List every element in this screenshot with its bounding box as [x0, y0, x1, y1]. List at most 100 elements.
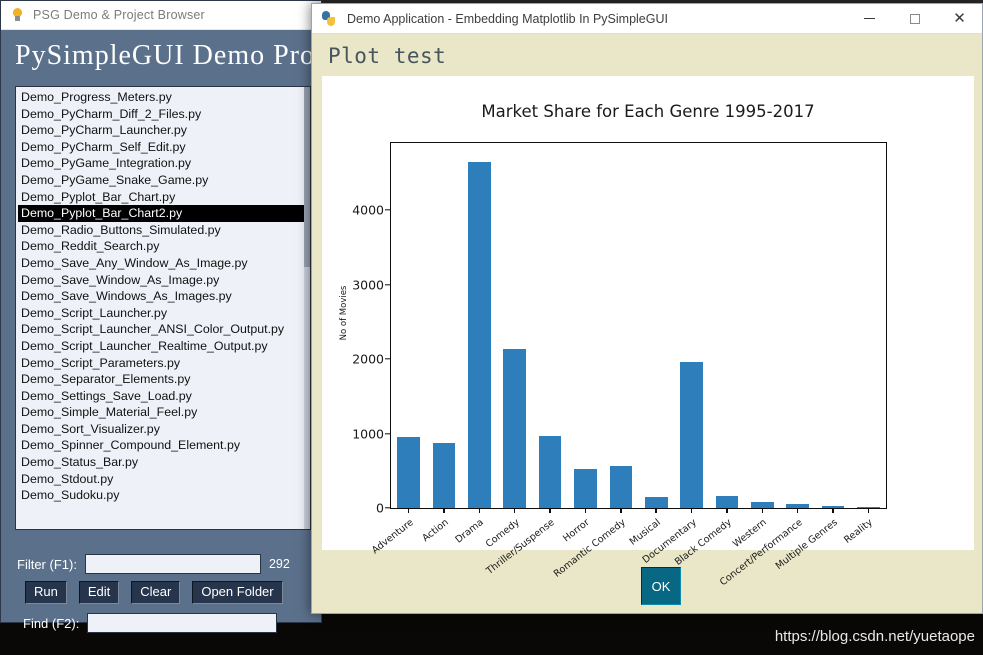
dialog-title: Demo Application - Embedding Matplotlib …: [347, 11, 668, 26]
screen-root: PSG Demo & Project Browser PySimpleGUI D…: [0, 0, 983, 655]
ok-button[interactable]: OK: [641, 567, 681, 605]
y-tick-label: 3000: [352, 277, 384, 293]
x-tick-mark: [832, 508, 834, 513]
chart-title: Market Share for Each Genre 1995-2017: [481, 102, 815, 121]
bar-slot: [745, 143, 780, 508]
list-item[interactable]: Demo_PyGame_Integration.py: [18, 155, 310, 172]
maximize-icon[interactable]: [892, 4, 937, 34]
bar-slot: [639, 143, 674, 508]
list-item[interactable]: Demo_Radio_Buttons_Simulated.py: [18, 222, 310, 239]
list-item[interactable]: Demo_Settings_Save_Load.py: [18, 388, 310, 405]
list-item[interactable]: Demo_PyCharm_Launcher.py: [18, 122, 310, 139]
matplotlib-dialog: Demo Application - Embedding Matplotlib …: [311, 3, 983, 614]
find-label: Find (F2):: [23, 615, 80, 631]
run-button[interactable]: Run: [25, 581, 67, 604]
dialog-titlebar[interactable]: Demo Application - Embedding Matplotlib …: [312, 4, 982, 34]
bar-slot: [532, 143, 567, 508]
clear-button[interactable]: Clear: [131, 581, 181, 604]
minimize-icon[interactable]: [847, 4, 892, 34]
y-tick-label: 4000: [352, 202, 384, 218]
list-item[interactable]: Demo_Sudoku.py: [18, 487, 310, 504]
x-tick-mark: [407, 508, 410, 513]
list-item[interactable]: Demo_Script_Launcher.py: [18, 305, 310, 322]
edit-button[interactable]: Edit: [78, 581, 120, 604]
list-item[interactable]: Demo_Progress_Meters.py: [18, 89, 310, 106]
x-tick-mark: [867, 508, 869, 513]
psg-heading: PySimpleGUI Demo Prog: [15, 40, 330, 71]
close-icon[interactable]: ✕: [937, 4, 982, 34]
list-item[interactable]: Demo_Save_Window_As_Image.py: [18, 272, 310, 289]
bar: [468, 162, 491, 508]
x-tick-mark: [549, 508, 551, 513]
list-item[interactable]: Demo_Simple_Material_Feel.py: [18, 404, 310, 421]
list-item[interactable]: Demo_Script_Parameters.py: [18, 355, 310, 372]
x-tick-mark: [726, 508, 728, 513]
y-tick-label: 1000: [352, 426, 384, 441]
x-tick-mark: [478, 508, 481, 513]
bar-slot: [462, 143, 497, 508]
y-tick-label: 0: [376, 500, 384, 516]
list-item[interactable]: Demo_Sort_Visualizer.py: [18, 421, 310, 438]
list-item[interactable]: Demo_Stdout.py: [18, 471, 310, 488]
list-item[interactable]: Demo_Script_Launcher_Realtime_Output.py: [18, 338, 310, 355]
list-item[interactable]: Demo_Save_Windows_As_Images.py: [18, 288, 310, 305]
bar-slot: [603, 143, 638, 508]
filter-input[interactable]: [84, 554, 261, 574]
find-row: Find (F2):: [23, 613, 278, 633]
list-item[interactable]: Demo_Separator_Elements.py: [18, 371, 310, 388]
psg-browser-window: PSG Demo & Project Browser PySimpleGUI D…: [0, 0, 330, 633]
python-icon: [321, 10, 337, 27]
filter-row: Filter (F1): 292: [17, 554, 290, 574]
file-list[interactable]: Demo_Progress_Meters.py Demo_PyCharm_Diff…: [16, 87, 310, 504]
bar-slot: [851, 143, 886, 508]
watermark-text: https://blog.csdn.net/yuetaope: [774, 628, 975, 645]
demo-file-listbox[interactable]: Demo_Progress_Meters.py Demo_PyCharm_Diff…: [15, 86, 311, 530]
list-item[interactable]: Demo_PyCharm_Self_Edit.py: [18, 139, 310, 156]
matplotlib-canvas[interactable]: Market Share for Each Genre 1995-2017 No…: [322, 76, 974, 588]
psg-window-title: PSG Demo & Project Browser: [33, 8, 205, 22]
bar-slot: [568, 143, 603, 508]
x-tick-mark: [584, 508, 587, 513]
y-tick-mark: [385, 209, 391, 211]
find-input[interactable]: [87, 613, 278, 633]
list-item[interactable]: Demo_Pyplot_Bar_Chart2.py: [18, 205, 310, 222]
window-controls: ✕: [847, 4, 982, 34]
list-item[interactable]: Demo_PyGame_Snake_Game.py: [18, 172, 310, 189]
bar-series: [391, 143, 886, 508]
filter-label: Filter (F1):: [17, 556, 77, 572]
y-tick-mark: [385, 432, 391, 435]
psg-button-row: Run Edit Clear Open Folder: [25, 581, 283, 604]
bar-slot: [391, 143, 426, 508]
list-item[interactable]: Demo_Reddit_Search.py: [18, 238, 310, 255]
x-tick-mark: [761, 508, 763, 513]
psg-titlebar[interactable]: PSG Demo & Project Browser: [1, 1, 321, 30]
x-tick-mark: [620, 508, 622, 513]
list-scrollbar[interactable]: [304, 87, 310, 529]
x-tick-mark: [796, 508, 799, 513]
x-tick-mark: [655, 508, 657, 513]
x-tick-mark: [690, 508, 693, 513]
bar-slot: [426, 143, 461, 508]
list-item[interactable]: Demo_Pyplot_Bar_Chart.py: [18, 189, 310, 206]
bar-slot: [780, 143, 815, 508]
psg-window-body: PySimpleGUI Demo Prog Demo_Progress_Mete…: [1, 30, 330, 633]
lightbulb-icon: [10, 7, 25, 23]
list-scrollbar-thumb[interactable]: [304, 87, 310, 267]
list-item[interactable]: Demo_Script_Launcher_ANSI_Color_Output.p…: [18, 321, 310, 338]
x-tick-mark: [443, 508, 445, 513]
y-axis-label: No of Movies: [339, 285, 349, 341]
plot-test-label: Plot test: [328, 44, 447, 68]
list-item[interactable]: Demo_Save_Any_Window_As_Image.py: [18, 255, 310, 272]
plot-axes: 0 1000 2000 3000 4000 Adventure Action Drama Com…: [352, 142, 887, 588]
list-item[interactable]: Demo_PyCharm_Diff_2_Files.py: [18, 106, 310, 123]
x-tick-mark: [514, 508, 516, 513]
open-folder-button[interactable]: Open Folder: [192, 581, 283, 604]
bar: [680, 362, 703, 508]
bar: [397, 436, 420, 508]
bar: [503, 349, 527, 508]
figure: Market Share for Each Genre 1995-2017 No…: [322, 76, 974, 588]
list-item[interactable]: Demo_Spinner_Compound_Element.py: [18, 437, 310, 454]
bar-slot: [815, 143, 850, 508]
list-item[interactable]: Demo_Status_Bar.py: [18, 454, 310, 471]
file-count: 292: [268, 557, 290, 571]
